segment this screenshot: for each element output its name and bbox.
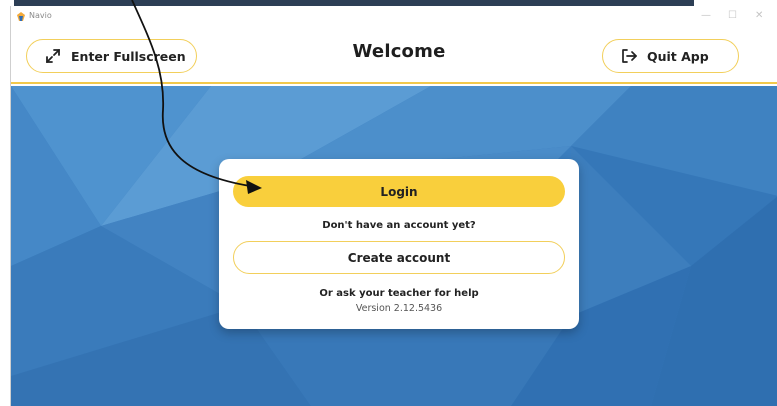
quit-app-label: Quit App [647, 48, 709, 64]
navio-logo-icon [17, 12, 25, 21]
version-text: Version 2.12.5436 [355, 303, 443, 314]
create-account-label: Create account [347, 250, 451, 265]
maximize-button[interactable]: ☐ [728, 10, 737, 21]
exit-door-icon [620, 47, 638, 65]
create-account-button[interactable]: Create account [233, 241, 565, 274]
window-titlebar: Navio — ☐ ✕ [11, 6, 777, 28]
login-label: Login [380, 184, 418, 199]
quit-app-button[interactable]: Quit App [602, 39, 739, 73]
login-button[interactable]: Login [233, 176, 565, 207]
enter-fullscreen-button[interactable]: Enter Fullscreen [26, 39, 197, 73]
app-header: Enter Fullscreen Welcome Quit App [11, 28, 777, 84]
ask-teacher-text: Or ask your teacher for help [319, 288, 479, 299]
login-card: Login Don't have an account yet? Create … [219, 159, 579, 329]
window-title: Navio [29, 11, 52, 20]
minimize-button[interactable]: — [701, 10, 711, 21]
close-button[interactable]: ✕ [755, 10, 763, 21]
enter-fullscreen-label: Enter Fullscreen [71, 48, 186, 64]
page-title: Welcome [352, 41, 446, 62]
expand-arrows-icon [43, 46, 63, 66]
app-window: fe Navio — ☐ ✕ Enter Fullscreen [10, 6, 777, 406]
no-account-text: Don't have an account yet? [322, 220, 476, 231]
